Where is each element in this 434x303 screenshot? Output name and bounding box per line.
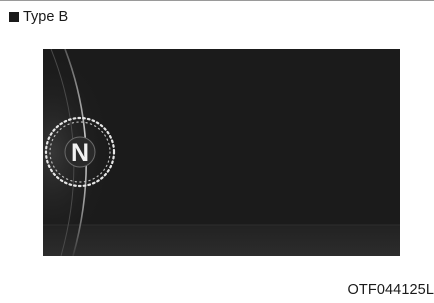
instrument-cluster-display: N	[43, 49, 400, 256]
black-square-icon	[9, 12, 19, 22]
cluster-graphic: N	[43, 49, 400, 256]
figure-header: Type B	[9, 8, 68, 26]
figure-frame: Type B N OTF044125L	[0, 0, 434, 303]
figure-type-label: Type B	[23, 9, 69, 25]
figure-code: OTF044125L	[347, 282, 434, 298]
bottom-band	[43, 225, 400, 256]
gear-indicator-n: N	[71, 139, 89, 167]
